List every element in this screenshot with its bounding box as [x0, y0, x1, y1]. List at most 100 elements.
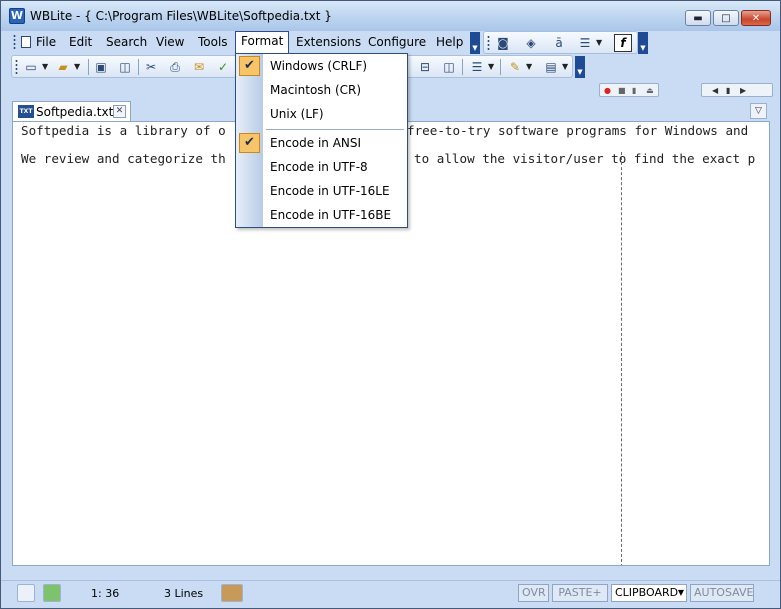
menu-file[interactable]: File: [16, 33, 61, 52]
menu-tools[interactable]: Tools: [193, 33, 233, 52]
tab-label: Softpedia.txt: [36, 105, 114, 119]
user-status-icon: [43, 584, 61, 602]
cut-icon[interactable]: ✂: [142, 58, 160, 76]
highlight-dropdown-icon[interactable]: ▼: [526, 58, 532, 76]
open-folder-icon[interactable]: ▰: [54, 58, 72, 76]
cursor-position: 1: 36: [91, 587, 120, 600]
stop-icon[interactable]: ■: [618, 86, 626, 95]
right-margin-guide: [621, 152, 622, 565]
pause-icon[interactable]: ▮: [632, 86, 636, 95]
main-toolbar-overflow[interactable]: ▼: [575, 56, 585, 78]
tools-toolbar: ◙ ◈ ā ☰ ▼ f: [483, 31, 638, 54]
menu-separator: [266, 129, 404, 130]
menu-item-encode-utf16be[interactable]: Encode in UTF-16BE: [236, 204, 407, 226]
menubar-overflow-button[interactable]: ▼: [470, 32, 480, 54]
autosave-badge[interactable]: AUTOSAVE: [690, 584, 754, 602]
save-all-icon[interactable]: ◫: [116, 58, 134, 76]
checkmark-icon: ✔: [239, 133, 260, 153]
menu-item-label: Encode in UTF-16LE: [270, 184, 390, 198]
minimize-button[interactable]: ▬: [685, 10, 711, 26]
menu-item-label: Macintosh (CR): [270, 83, 362, 97]
text-file-icon: TXT: [18, 105, 34, 118]
editor-line-3-continued: to allow the visitor/user to find the ex…: [414, 151, 756, 166]
window-title: WBLite - { C:\Program Files\WBLite\Softp…: [30, 9, 332, 23]
menu-edit[interactable]: Edit: [64, 33, 97, 52]
menu-item-label: Encode in ANSI: [270, 136, 362, 150]
new-file-icon[interactable]: ▭: [22, 58, 40, 76]
text-format-icon[interactable]: ▤: [542, 58, 560, 76]
macro-recorder-bar: ● ■ ▮ ⏏: [599, 83, 659, 97]
nav-first-icon[interactable]: ▮: [726, 86, 730, 95]
menu-file-label: File: [36, 35, 57, 49]
eject-icon[interactable]: ⏏: [646, 86, 654, 95]
file-menu-icon: [21, 36, 31, 48]
toolbar-separator: [500, 59, 501, 75]
editor-line-1: Softpedia is a library of o: [21, 123, 226, 138]
menu-item-encode-utf8[interactable]: Encode in UTF-8: [236, 156, 407, 178]
title-bar: W WBLite - { C:\Program Files\WBLite\Sof…: [1, 1, 780, 31]
navigation-bar: ◀ ▮ ▶: [701, 83, 773, 97]
menu-view[interactable]: View: [151, 33, 189, 52]
tab-softpedia-txt[interactable]: TXT Softpedia.txt ✕: [12, 101, 131, 121]
menu-item-label: Encode in UTF-8: [270, 160, 368, 174]
menu-help[interactable]: Help: [431, 33, 468, 52]
close-button[interactable]: ✕: [741, 10, 771, 26]
highlight-icon[interactable]: ✎: [506, 58, 524, 76]
text-format-dropdown-icon[interactable]: ▼: [562, 58, 568, 76]
email-icon[interactable]: ✉: [190, 58, 208, 76]
clipboard-dropdown-icon[interactable]: ▼: [678, 585, 684, 601]
toolbar-separator: [138, 59, 139, 75]
line-count: 3 Lines: [164, 587, 204, 600]
tools-toolbar-overflow[interactable]: ▼: [638, 32, 648, 54]
check-icon[interactable]: ✓: [214, 58, 232, 76]
function-icon[interactable]: f: [614, 34, 632, 52]
menu-search[interactable]: Search: [101, 33, 152, 52]
toolbar-grip[interactable]: [487, 35, 490, 50]
app-window: W WBLite - { C:\Program Files\WBLite\Sof…: [0, 0, 781, 609]
status-bar: 1: 36 3 Lines OVR PASTE+ CLIPBOARD ▼ AUT…: [1, 580, 780, 608]
menu-extensions[interactable]: Extensions: [291, 33, 366, 52]
package-icon[interactable]: ◈: [522, 34, 540, 52]
overwrite-mode-badge[interactable]: OVR: [518, 584, 549, 602]
paste-mode-badge[interactable]: PASTE+: [552, 584, 608, 602]
menu-item-unix-lf[interactable]: Unix (LF): [236, 103, 407, 125]
menu-item-windows-crlf[interactable]: ✔ Windows (CRLF): [236, 55, 407, 77]
toolbar-separator: [88, 59, 89, 75]
split-horizontal-icon[interactable]: ⊟: [416, 58, 434, 76]
menu-item-encode-ansi[interactable]: ✔ Encode in ANSI: [236, 132, 407, 154]
disk-status-icon: [17, 584, 35, 602]
bullets-dropdown-icon[interactable]: ▼: [488, 58, 494, 76]
menu-item-label: Unix (LF): [270, 107, 324, 121]
camera-icon[interactable]: ◙: [494, 34, 512, 52]
bullet-list-icon[interactable]: ☰: [468, 58, 486, 76]
print-icon[interactable]: ⎙: [166, 58, 184, 76]
editor-line-1-continued: free-to-try software programs for Window…: [407, 123, 749, 138]
toolbar-grip[interactable]: [15, 59, 18, 74]
menu-item-encode-utf16le[interactable]: Encode in UTF-16LE: [236, 180, 407, 202]
tab-list-chevron-icon[interactable]: ▽: [750, 103, 767, 119]
clipboard-label: CLIPBOARD: [615, 586, 679, 599]
menu-item-macintosh-cr[interactable]: Macintosh (CR): [236, 79, 407, 101]
list-dropdown-icon[interactable]: ▼: [596, 34, 602, 52]
nav-next-icon[interactable]: ▶: [740, 86, 746, 95]
open-dropdown-icon[interactable]: ▼: [74, 58, 80, 76]
checkmark-icon: ✔: [239, 56, 260, 76]
menu-configure[interactable]: Configure: [363, 33, 431, 52]
split-vertical-icon[interactable]: ◫: [440, 58, 458, 76]
record-icon[interactable]: ●: [604, 86, 611, 95]
format-menu-dropdown: ✔ Windows (CRLF) Macintosh (CR) Unix (LF…: [235, 53, 408, 228]
book-icon[interactable]: [221, 584, 243, 602]
app-logo-icon: W: [9, 8, 25, 24]
save-icon[interactable]: ▣: [92, 58, 110, 76]
menu-format[interactable]: Format: [235, 31, 290, 53]
menu-item-label: Windows (CRLF): [270, 59, 368, 73]
tab-close-icon[interactable]: ✕: [113, 105, 126, 118]
maximize-button[interactable]: □: [713, 10, 739, 26]
new-dropdown-icon[interactable]: ▼: [42, 58, 48, 76]
nav-prev-icon[interactable]: ◀: [712, 86, 718, 95]
toolbar-separator: [462, 59, 463, 75]
clipboard-selector[interactable]: CLIPBOARD ▼: [611, 584, 687, 602]
spellcheck-icon[interactable]: ā: [550, 34, 568, 52]
menu-bar: File Edit Search View Tools Format Exten…: [11, 31, 469, 54]
list-icon[interactable]: ☰: [576, 34, 594, 52]
